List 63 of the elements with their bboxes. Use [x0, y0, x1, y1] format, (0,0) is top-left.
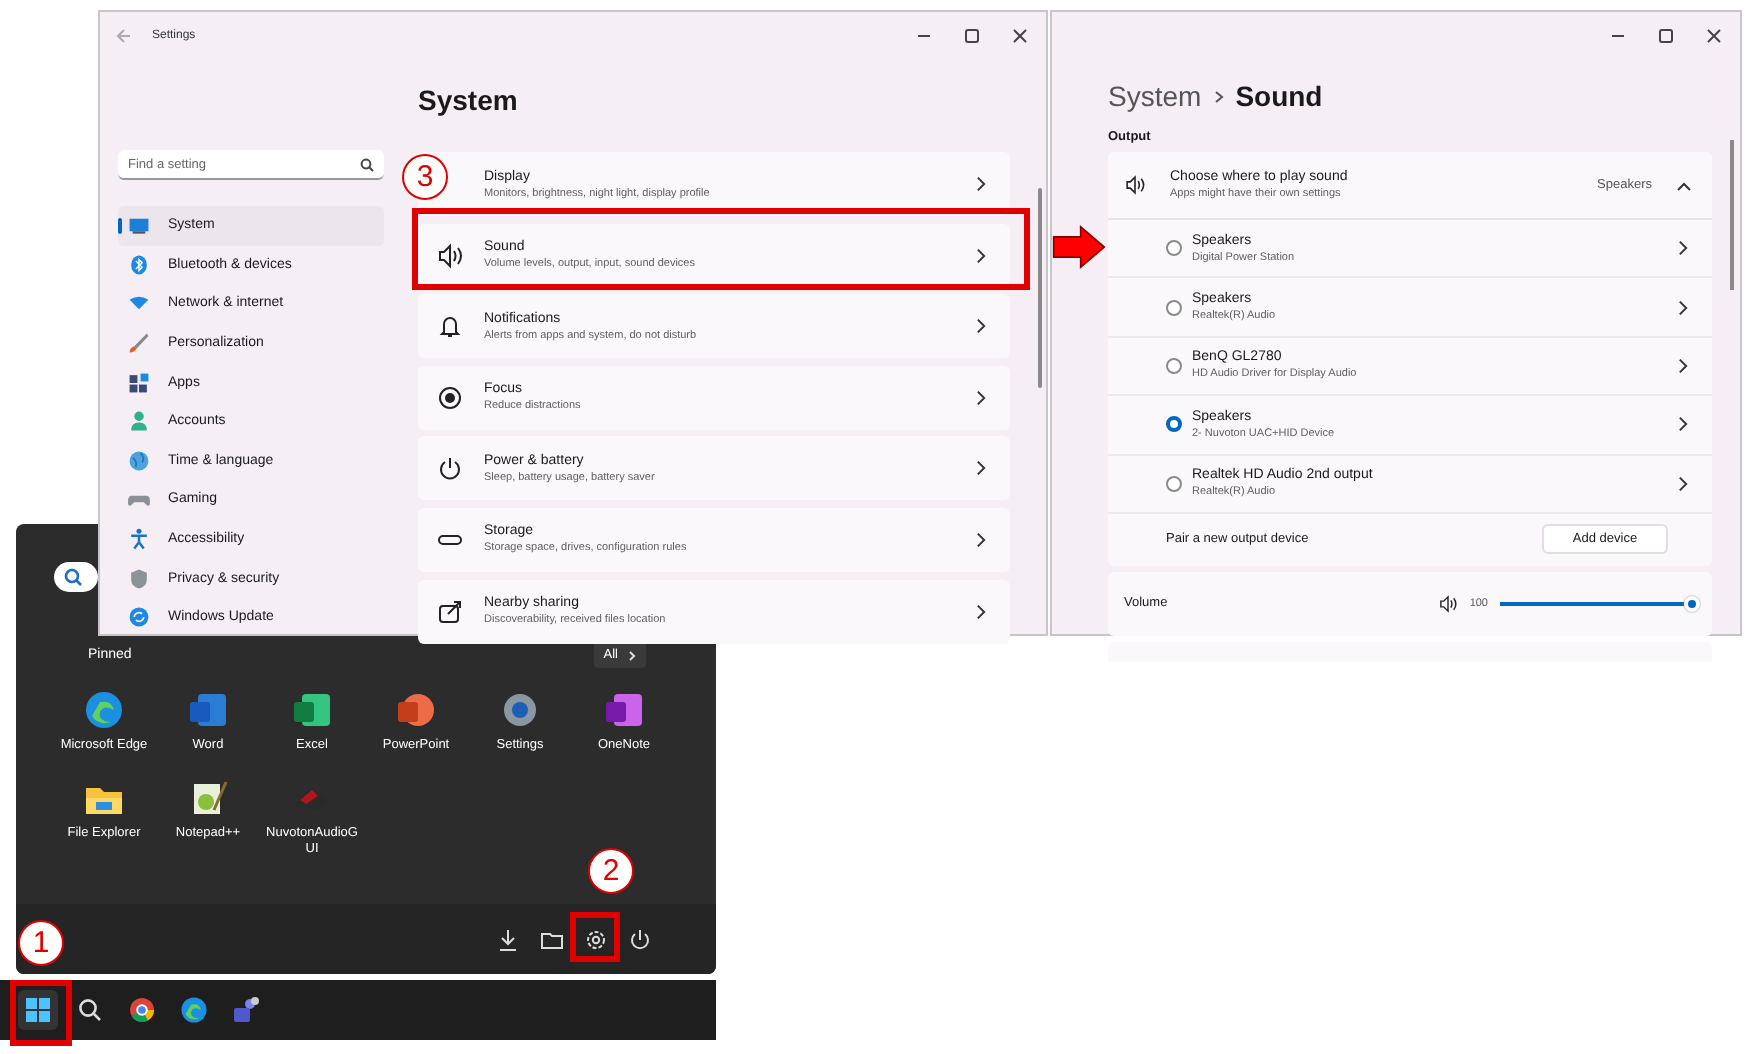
shield-icon [128, 567, 150, 590]
highlight-frame [10, 980, 72, 1046]
apps-grid-icon [128, 371, 150, 394]
maximize-icon[interactable] [964, 28, 980, 44]
person-icon [128, 410, 150, 433]
speaker-icon[interactable] [1437, 593, 1458, 614]
highlight-frame [570, 912, 620, 962]
search-icon [64, 568, 82, 586]
chevron-icon [1678, 240, 1688, 257]
chevron-icon [976, 603, 986, 620]
search-icon [360, 158, 374, 172]
notes-app-icon [604, 690, 644, 730]
chevron-icon [1678, 416, 1688, 433]
close-icon[interactable] [1012, 28, 1028, 44]
bell-icon [436, 312, 464, 341]
chevron-icon [976, 318, 986, 335]
sync-icon [128, 606, 150, 629]
folder-icon[interactable] [540, 927, 564, 951]
chevron-icon [1678, 299, 1688, 316]
monitor-icon [128, 214, 150, 237]
chevron-icon [1678, 475, 1688, 492]
chevron-icon [976, 531, 986, 548]
wifi-icon [128, 292, 150, 315]
radio-button[interactable] [1166, 240, 1182, 257]
globe-icon [128, 449, 150, 472]
search-field[interactable] [54, 562, 98, 592]
page-title: System [418, 84, 520, 118]
chevron-icon [976, 389, 986, 406]
radio-button[interactable] [1166, 299, 1182, 316]
scrollbar[interactable] [1730, 140, 1734, 290]
breadcrumb-link[interactable]: System [1108, 80, 1202, 114]
radio-button[interactable] [1166, 475, 1182, 492]
maximize-icon[interactable] [1658, 28, 1674, 44]
chevron-icon [628, 649, 636, 661]
chevron-icon [976, 460, 986, 477]
page-title: Sound [1235, 80, 1323, 114]
slider-thumb[interactable] [1684, 595, 1700, 612]
accessibility-icon [128, 528, 150, 551]
presentation-app-icon [396, 690, 436, 730]
download-icon[interactable] [496, 927, 520, 951]
power-icon[interactable] [628, 927, 652, 951]
start-button[interactable] [18, 990, 58, 1030]
focus-icon [436, 383, 464, 412]
brush-icon [128, 332, 150, 355]
radio-button[interactable] [1166, 416, 1182, 433]
notepad-icon [188, 778, 228, 818]
chevron-up-icon[interactable] [1676, 179, 1692, 191]
speaker-icon [436, 241, 464, 270]
chevron-icon [976, 247, 986, 264]
bluetooth-icon [128, 253, 150, 276]
chevron-icon [976, 176, 986, 192]
document-app-icon [188, 690, 228, 730]
power-icon [436, 454, 464, 483]
scrollbar[interactable] [1038, 188, 1042, 388]
close-icon[interactable] [1706, 28, 1722, 44]
share-icon [436, 597, 464, 626]
spreadsheet-app-icon [292, 690, 332, 730]
browser-icon [84, 690, 124, 730]
radio-button[interactable] [1166, 357, 1182, 374]
chevron-icon [1678, 357, 1688, 374]
arrow-icon [1052, 224, 1106, 270]
chevron-icon [1213, 90, 1224, 104]
speaker-icon [1124, 174, 1146, 196]
